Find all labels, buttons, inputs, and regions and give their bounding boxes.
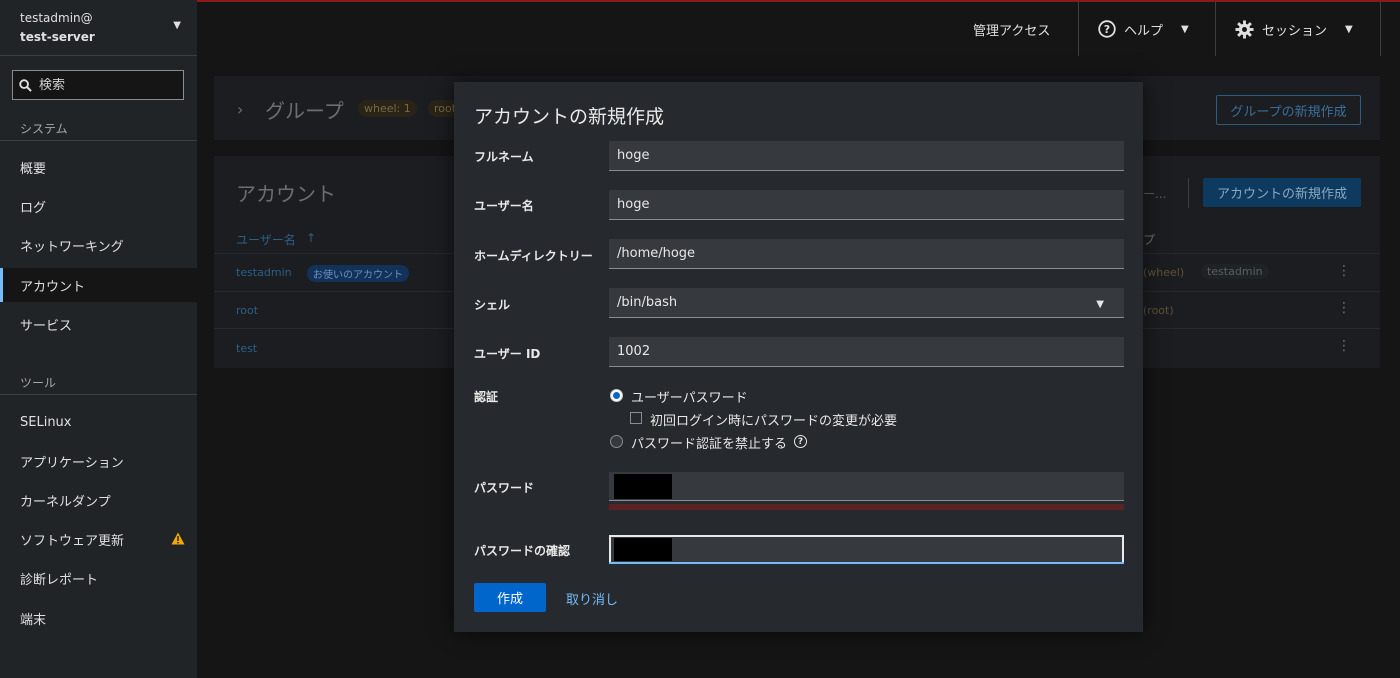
group-chip-root: (root) (1143, 304, 1174, 317)
help-menu[interactable]: ? ヘルプ ▼ (1098, 2, 1189, 56)
search-box[interactable] (12, 70, 184, 100)
nav-item-terminal[interactable]: 端末 (0, 601, 197, 635)
group-badge-wheel: wheel: 1 (358, 100, 417, 117)
radio-disable-password-label: パスワード認証を禁止する (631, 437, 788, 452)
host-user: testadmin@ (20, 11, 93, 25)
topbar-divider (1215, 2, 1216, 56)
section-header-system: システム (0, 120, 197, 141)
kebab-menu-icon[interactable]: ⋮ (1337, 300, 1351, 316)
force-change-label: 初回ログイン時にパスワードの変更が必要 (650, 414, 898, 429)
password-confirm-label: パスワードの確認 (474, 544, 571, 558)
caret-down-icon: ▼ (173, 20, 181, 31)
help-icon[interactable]: ? (794, 435, 807, 448)
chevron-right-icon[interactable]: › (237, 100, 243, 119)
warning-icon (171, 532, 185, 545)
password-label: パスワード (474, 481, 535, 495)
nav-item-accounts[interactable]: アカウント (0, 268, 197, 302)
column-header-username[interactable]: ユーザー名 (236, 231, 296, 248)
section-header-tools: ツール (0, 374, 197, 395)
user-id-input[interactable] (609, 337, 1124, 367)
home-directory-label: ホームディレクトリー (474, 249, 593, 263)
radio-disable-password[interactable] (610, 435, 623, 448)
your-account-badge: お使いのアカウント (307, 265, 409, 282)
new-account-button[interactable]: アカウントの新規作成 (1203, 178, 1361, 207)
nav-item-networking[interactable]: ネットワーキング (0, 228, 197, 262)
nav-item-software-updates-label: ソフトウェア更新 (20, 533, 125, 549)
kebab-menu-icon[interactable]: ⋮ (1337, 338, 1351, 354)
gear-icon (1235, 19, 1254, 39)
create-button[interactable]: 作成 (474, 583, 546, 612)
session-menu[interactable]: セッション ▼ (1235, 2, 1353, 56)
groups-title: グループ (265, 99, 344, 123)
kebab-menu-icon[interactable]: ⋮ (1337, 263, 1351, 279)
dialog-title: アカウントの新規作成 (474, 106, 665, 128)
group-chip-wheel: (wheel) (1143, 266, 1185, 279)
shell-label: シェル (474, 298, 511, 312)
shell-select[interactable]: /bin/bash ▼ (609, 288, 1124, 318)
nav-item-applications[interactable]: アプリケーション (0, 444, 197, 478)
search-input[interactable] (39, 77, 169, 93)
password-input[interactable] (609, 472, 1124, 501)
user-id-label: ユーザー ID (474, 347, 541, 361)
help-icon: ? (1098, 20, 1116, 38)
username-input[interactable] (609, 190, 1124, 220)
topbar-divider (1380, 2, 1381, 56)
nav-item-selinux[interactable]: SELinux (0, 405, 197, 439)
caret-down-icon: ▼ (1096, 299, 1104, 310)
nav-item-services[interactable]: サービス (0, 307, 197, 341)
create-account-dialog: アカウントの新規作成 フルネーム ユーザー名 ホームディレクトリー シェル /b… (454, 82, 1143, 632)
nav-item-software-updates[interactable]: ソフトウェア更新 (0, 522, 197, 556)
account-link-test[interactable]: test (236, 342, 257, 355)
account-link-testadmin[interactable]: testadmin (236, 266, 292, 279)
cancel-button[interactable]: 取り消し (566, 589, 618, 608)
shell-select-value: /bin/bash (617, 295, 678, 310)
password-mask (614, 474, 672, 499)
full-name-input[interactable] (609, 141, 1124, 171)
caret-down-icon: ▼ (1181, 23, 1189, 35)
home-directory-input[interactable] (609, 239, 1124, 269)
sort-arrow-icon[interactable]: ↑ (306, 231, 316, 245)
search-icon (19, 78, 32, 92)
column-header-groups[interactable]: プ (1143, 231, 1155, 248)
caret-down-icon: ▼ (1345, 23, 1353, 35)
toolbar-divider (1188, 178, 1189, 208)
password-strength-bar (609, 504, 1124, 510)
account-link-root[interactable]: root (236, 304, 258, 317)
accounts-filter[interactable]: ー... (1143, 185, 1166, 202)
nav-item-logs[interactable]: ログ (0, 189, 197, 223)
full-name-label: フルネーム (474, 150, 534, 164)
nav-item-diagnostic-reports[interactable]: 診断レポート (0, 561, 197, 595)
new-group-button[interactable]: グループの新規作成 (1216, 95, 1361, 125)
nav-item-kdump[interactable]: カーネルダンプ (0, 483, 197, 517)
radio-user-password[interactable] (610, 389, 623, 402)
username-label: ユーザー名 (474, 199, 534, 213)
admin-access-button[interactable]: 管理アクセス (973, 2, 1050, 56)
top-bar: 管理アクセス ? ヘルプ ▼ セッション ▼ (197, 0, 1400, 56)
host-server: test-server (20, 30, 95, 44)
help-label: ヘルプ (1124, 23, 1164, 39)
topbar-divider (1078, 2, 1079, 56)
svg-text:?: ? (1104, 23, 1110, 36)
sidebar: testadmin@ test-server ▼ システム 概要 ログ ネットワ… (0, 0, 197, 678)
host-switcher[interactable]: testadmin@ test-server ▼ (0, 0, 197, 56)
auth-label: 認証 (474, 390, 499, 404)
password-confirm-input[interactable] (609, 535, 1124, 564)
session-label: セッション (1262, 23, 1328, 39)
force-change-checkbox[interactable] (630, 412, 642, 424)
password-confirm-mask (614, 538, 672, 561)
accounts-title: アカウント (236, 182, 336, 206)
group-chip-testadmin: testadmin (1201, 264, 1269, 279)
radio-user-password-label: ユーザーパスワード (631, 391, 748, 406)
nav-item-overview[interactable]: 概要 (0, 150, 197, 184)
focus-indicator (609, 562, 1124, 564)
